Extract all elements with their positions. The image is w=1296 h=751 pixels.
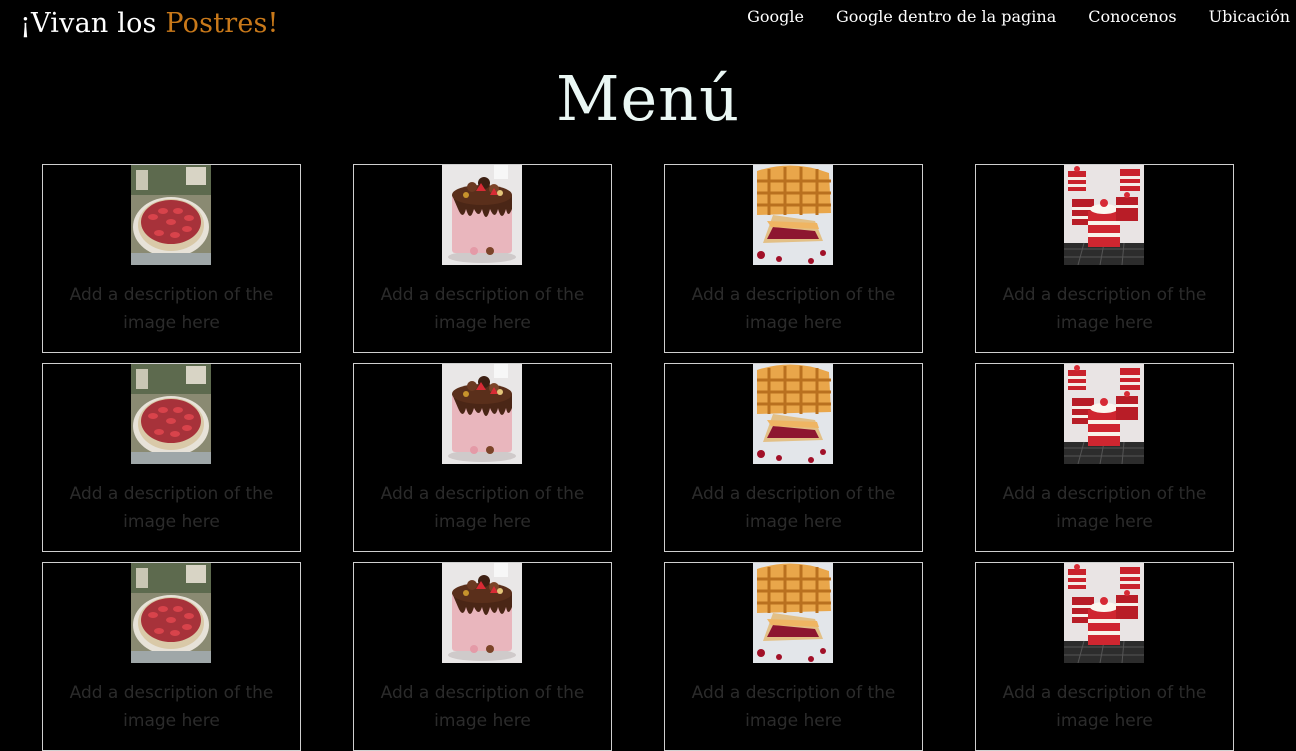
card-description: Add a description of the image here [691,683,896,731]
logo-text: ¡Vivan los [20,8,166,39]
dessert-image-red-velvet-mini-cakes [1064,364,1144,464]
main-nav: Google Google dentro de la pagina Conoce… [747,7,1290,26]
menu-grid: Add a description of the image here Add … [42,164,1235,751]
card-description: Add a description of the image here [1002,285,1207,333]
card-description: Add a description of the image here [69,484,274,532]
dessert-image-chocolate-drip-cake [442,165,522,265]
menu-card: Add a description of the image here [42,363,301,552]
dessert-image-red-velvet-mini-cakes [1064,563,1144,663]
dessert-image-chocolate-drip-cake [442,364,522,464]
card-description: Add a description of the image here [380,683,585,731]
menu-card: Add a description of the image here [664,164,923,353]
card-description: Add a description of the image here [691,484,896,532]
menu-card: Add a description of the image here [975,562,1234,751]
logo-accent-text: Postres! [165,8,279,39]
site-logo[interactable]: ¡Vivan los Postres! [20,8,279,39]
menu-card: Add a description of the image here [975,363,1234,552]
page-title: Menú [555,62,741,135]
nav-link-conocenos[interactable]: Conocenos [1088,7,1176,26]
menu-card: Add a description of the image here [353,164,612,353]
menu-card: Add a description of the image here [42,562,301,751]
dessert-image-red-velvet-mini-cakes [1064,165,1144,265]
dessert-image-strawberry-cheesecake [131,364,211,464]
dessert-image-lattice-cherry-pie [753,364,833,464]
dessert-image-chocolate-drip-cake [442,563,522,663]
dessert-image-lattice-cherry-pie [753,165,833,265]
card-description: Add a description of the image here [691,285,896,333]
top-bar: ¡Vivan los Postres! Google Google dentro… [0,0,1296,60]
menu-card: Add a description of the image here [42,164,301,353]
dessert-image-lattice-cherry-pie [753,563,833,663]
nav-link-ubicacion[interactable]: Ubicación [1209,7,1290,26]
menu-card: Add a description of the image here [664,363,923,552]
menu-card: Add a description of the image here [664,562,923,751]
menu-card: Add a description of the image here [353,562,612,751]
nav-link-google-in-page[interactable]: Google dentro de la pagina [836,7,1056,26]
card-description: Add a description of the image here [380,484,585,532]
card-description: Add a description of the image here [1002,484,1207,532]
nav-link-google[interactable]: Google [747,7,804,26]
card-description: Add a description of the image here [380,285,585,333]
menu-card: Add a description of the image here [353,363,612,552]
card-description: Add a description of the image here [69,285,274,333]
card-description: Add a description of the image here [1002,683,1207,731]
card-description: Add a description of the image here [69,683,274,731]
dessert-image-strawberry-cheesecake [131,165,211,265]
dessert-image-strawberry-cheesecake [131,563,211,663]
menu-card: Add a description of the image here [975,164,1234,353]
